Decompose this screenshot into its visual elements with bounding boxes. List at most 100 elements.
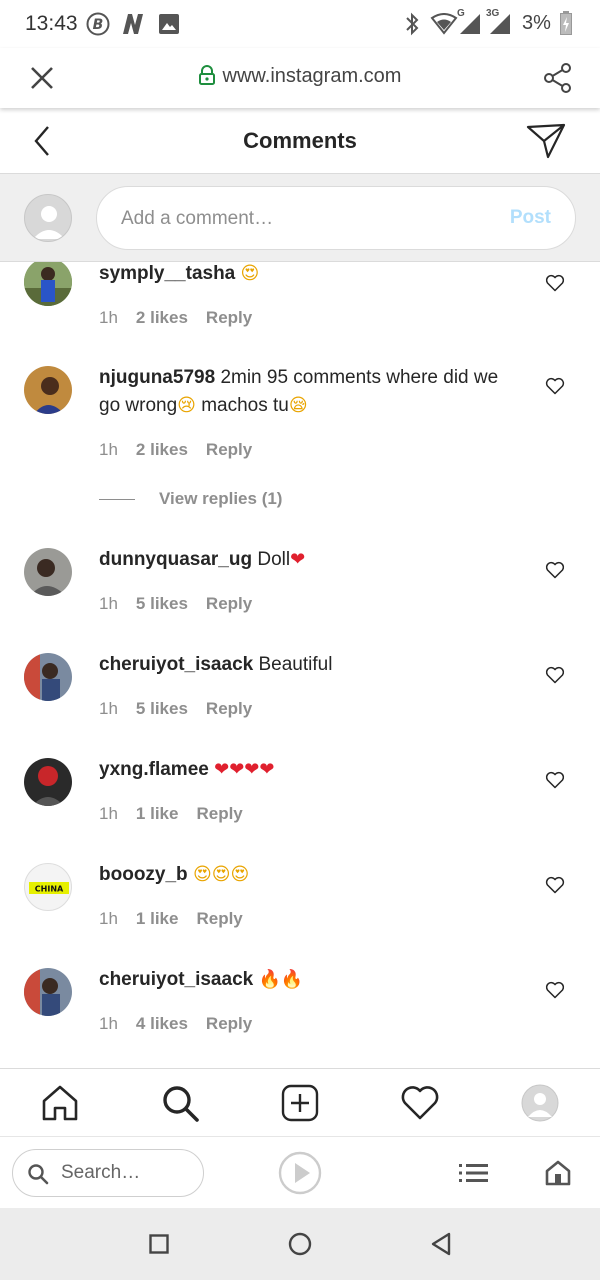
- post-button[interactable]: Post: [510, 207, 551, 229]
- home-icon[interactable]: [40, 1083, 80, 1123]
- heart-eyes-emoji: 😍: [240, 263, 260, 284]
- signal-icon-2: [488, 13, 512, 40]
- page-header: Comments: [0, 108, 600, 174]
- commenter-avatar[interactable]: CHINA: [24, 863, 72, 911]
- like-heart-icon[interactable]: [545, 770, 565, 790]
- battery-percent: 3%: [522, 12, 551, 34]
- reply-button[interactable]: Reply: [196, 804, 242, 823]
- like-heart-icon[interactable]: [545, 665, 565, 685]
- browser-home-icon[interactable]: [544, 1159, 572, 1192]
- comment-likes[interactable]: 1 like: [136, 909, 179, 928]
- comment-username[interactable]: dunnyquasar_ug: [99, 549, 252, 570]
- commenter-avatar[interactable]: [24, 366, 72, 414]
- play-icon[interactable]: [278, 1151, 322, 1200]
- comments-list: symply__tasha 😍 1h 2 likes Reply njuguna57…: [0, 262, 600, 1068]
- url-text: www.instagram.com: [222, 65, 402, 87]
- comment-text: njuguna5798 2min 95 comments where did w…: [99, 364, 519, 420]
- bottom-tab-bar: [0, 1068, 600, 1136]
- comment-input[interactable]: [121, 205, 491, 233]
- share-icon[interactable]: [543, 62, 573, 99]
- avatar-logo-text: CHINA: [35, 885, 64, 894]
- red-heart-emoji: ❤: [290, 549, 306, 570]
- comment-username[interactable]: booozy_b: [99, 864, 188, 885]
- image-notification-icon: [158, 13, 180, 40]
- commenter-avatar[interactable]: [24, 653, 72, 701]
- comment-meta: 1h 4 likes Reply: [99, 1014, 270, 1034]
- comment-item: njuguna5798 2min 95 comments where did w…: [0, 360, 600, 510]
- search-magnifier-icon: [27, 1163, 49, 1190]
- comment-body: Beautiful: [258, 654, 333, 675]
- like-heart-icon[interactable]: [545, 376, 565, 396]
- reply-button[interactable]: Reply: [206, 594, 252, 613]
- comment-likes[interactable]: 4 likes: [136, 1014, 188, 1033]
- comment-item: symply__tasha 😍 1h 2 likes Reply: [0, 262, 600, 330]
- comment-item: cheruiyot_isaack Beautiful 1h 5 likes Repl…: [0, 649, 600, 739]
- browser-bottom-bar: Search…: [0, 1136, 600, 1208]
- sleepy-face-emoji: 😪: [288, 395, 308, 416]
- status-time: 13:43: [25, 12, 78, 35]
- comment-time: 1h: [99, 440, 118, 459]
- like-heart-icon[interactable]: [545, 273, 565, 293]
- comment-username[interactable]: symply__tasha: [99, 263, 235, 284]
- heart-eyes-emoji: 😍: [211, 864, 231, 885]
- n-notification-icon: [120, 12, 146, 41]
- fire-emoji: 🔥: [258, 969, 281, 990]
- comment-item: dunnyquasar_ug Doll❤ 1h 5 likes Reply: [0, 544, 600, 634]
- red-heart-emoji: ❤: [214, 759, 230, 780]
- wifi-icon: [430, 13, 458, 40]
- commenter-avatar[interactable]: [24, 758, 72, 806]
- profile-avatar-icon[interactable]: [520, 1083, 560, 1123]
- view-replies-button[interactable]: View replies (1): [99, 489, 282, 509]
- comment-text: dunnyquasar_ug Doll❤: [99, 546, 519, 574]
- like-heart-icon[interactable]: [545, 980, 565, 1000]
- like-heart-icon[interactable]: [545, 560, 565, 580]
- comment-composer: Post: [0, 174, 600, 262]
- comment-input-box[interactable]: Post: [96, 186, 576, 250]
- comment-time: 1h: [99, 909, 118, 928]
- reply-button[interactable]: Reply: [206, 308, 252, 327]
- status-bar: 13:43 B G 3G 3%: [0, 0, 600, 48]
- red-heart-emoji: ❤: [229, 759, 245, 780]
- reply-button[interactable]: Reply: [206, 699, 252, 718]
- menu-list-icon[interactable]: [458, 1161, 490, 1190]
- comment-text: cheruiyot_isaack 🔥🔥: [99, 966, 519, 994]
- lock-icon: [198, 65, 215, 91]
- comment-likes[interactable]: 2 likes: [136, 440, 188, 459]
- reply-button[interactable]: Reply: [196, 909, 242, 928]
- like-heart-icon[interactable]: [545, 875, 565, 895]
- commenter-avatar[interactable]: [24, 968, 72, 1016]
- commenter-avatar[interactable]: [24, 262, 72, 306]
- activity-heart-icon[interactable]: [400, 1083, 440, 1123]
- comment-likes[interactable]: 1 like: [136, 804, 179, 823]
- comment-username[interactable]: cheruiyot_isaack: [99, 654, 253, 675]
- direct-message-icon[interactable]: [526, 123, 566, 164]
- browser-search-box[interactable]: Search…: [12, 1149, 204, 1197]
- commenter-avatar[interactable]: [24, 548, 72, 596]
- bluetooth-icon: [402, 11, 422, 42]
- signal-icon-1: [458, 13, 482, 40]
- search-icon[interactable]: [160, 1083, 200, 1123]
- comment-time: 1h: [99, 1014, 118, 1033]
- comment-username[interactable]: yxng.flamee: [99, 759, 209, 780]
- red-heart-emoji: ❤: [259, 759, 275, 780]
- svg-text:B: B: [93, 17, 104, 33]
- comment-username[interactable]: njuguna5798: [99, 367, 215, 388]
- comment-item: CHINA booozy_b 😍😍😍 1h 1 like Reply: [0, 859, 600, 949]
- comment-time: 1h: [99, 594, 118, 613]
- heart-eyes-emoji: 😍: [230, 864, 250, 885]
- comment-likes[interactable]: 5 likes: [136, 594, 188, 613]
- comment-username[interactable]: cheruiyot_isaack: [99, 969, 253, 990]
- home-circle-icon[interactable]: [288, 1232, 312, 1261]
- b-notification-icon: B: [86, 12, 110, 41]
- heart-eyes-emoji: 😍: [192, 864, 212, 885]
- comment-likes[interactable]: 2 likes: [136, 308, 188, 327]
- back-triangle-icon[interactable]: [430, 1232, 452, 1261]
- comment-likes[interactable]: 5 likes: [136, 699, 188, 718]
- reply-button[interactable]: Reply: [206, 440, 252, 459]
- recents-square-icon[interactable]: [149, 1234, 169, 1259]
- comment-text: symply__tasha 😍: [99, 262, 519, 288]
- comment-meta: 1h 1 like Reply: [99, 909, 261, 929]
- url-display[interactable]: www.instagram.com: [0, 65, 600, 91]
- reply-button[interactable]: Reply: [206, 1014, 252, 1033]
- new-post-icon[interactable]: [280, 1083, 320, 1123]
